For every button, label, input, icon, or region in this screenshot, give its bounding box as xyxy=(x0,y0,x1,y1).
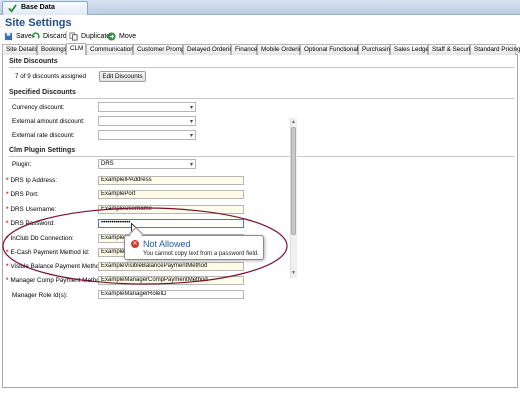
manager-comp-payment-method-input[interactable]: ExampleManagerCompPaymentMethod xyxy=(98,276,244,285)
required-marker: * xyxy=(6,249,9,256)
tab-bookings[interactable]: Bookings xyxy=(37,44,67,55)
tab-purchasing[interactable]: Purchasing xyxy=(358,44,394,55)
manager-role-ids-input[interactable]: ExampleManagerRoleID xyxy=(98,290,244,299)
required-marker: * xyxy=(6,191,9,198)
tab-customer-prompts[interactable]: Customer Prompts xyxy=(133,44,190,55)
manager-comp-payment-method-label: * Manager Comp Payment Method xyxy=(6,277,104,284)
required-marker: * xyxy=(6,235,9,242)
move-icon xyxy=(107,31,116,41)
toolbar-separator xyxy=(66,31,67,41)
edit-discounts-button[interactable]: Edit Discounts xyxy=(99,71,146,82)
plugin-label: Plugin: xyxy=(12,161,32,168)
drs-password-input[interactable]: •••••••••••••• xyxy=(98,219,244,228)
discard-label: Discard xyxy=(43,32,67,40)
move-label: Move xyxy=(119,32,137,40)
base-data-icon xyxy=(8,4,17,13)
save-button[interactable]: Save xyxy=(4,30,32,42)
drs-ip-address-input[interactable]: ExampleIPAddress xyxy=(98,176,244,185)
inclub-db-connection-label: * InClub Db Connection: xyxy=(6,235,74,242)
discard-icon xyxy=(31,31,40,39)
drs-port-label: * DRS Port: xyxy=(6,191,39,198)
save-icon xyxy=(4,32,13,40)
currency-discount-select[interactable]: ▾ xyxy=(98,102,196,112)
plugin-select[interactable]: DRS ▾ xyxy=(98,159,196,169)
plugin-selected-value: DRS xyxy=(101,161,114,167)
specified-discounts-heading: Specified Discounts xyxy=(9,89,76,96)
required-marker: * xyxy=(6,277,9,284)
duplicate-icon xyxy=(69,31,78,41)
drs-username-input[interactable]: ExampleUsername xyxy=(98,205,244,214)
section-divider xyxy=(9,156,514,157)
external-rate-discount-label: External rate discount: xyxy=(12,132,75,139)
page-title: Site Settings xyxy=(5,17,72,29)
tab-finance[interactable]: Finance xyxy=(231,44,257,55)
tooltip-title: Not Allowed xyxy=(143,239,191,249)
title-bar: Base Data xyxy=(0,0,520,15)
discard-button[interactable]: Discard xyxy=(31,30,67,42)
tooltip-message: You cannot copy text from a password fie… xyxy=(143,251,259,257)
site-discounts-heading: Site Discounts xyxy=(9,58,58,65)
scroll-up-arrow-icon[interactable]: ▲ xyxy=(291,119,296,125)
drs-username-label: * DRS Username: xyxy=(6,206,57,213)
tab-mobile-ordering[interactable]: Mobile Ordering xyxy=(257,44,306,55)
error-icon: ✕ xyxy=(131,240,139,248)
save-label: Save xyxy=(16,32,32,40)
tab-staff-security[interactable]: Staff & Security xyxy=(428,44,475,55)
drs-ip-address-label: * DRS Ip Address: xyxy=(6,177,58,184)
chevron-down-icon: ▾ xyxy=(189,133,193,139)
discounts-assigned-text: 7 of 9 discounts assigned xyxy=(15,73,87,80)
required-marker: * xyxy=(6,206,9,213)
section-divider xyxy=(9,67,514,68)
document-tab-label: Base Data xyxy=(21,4,55,11)
duplicate-label: Duplicate xyxy=(81,32,111,40)
manager-role-ids-label: Manager Role Id(s): xyxy=(12,292,68,299)
visible-balance-payment-method-input[interactable]: ExampleVisibleBalancePaymentMethod xyxy=(98,262,244,271)
required-marker: * xyxy=(6,177,9,184)
clm-plugin-settings-heading: Clm Plugin Settings xyxy=(9,147,76,154)
chevron-down-icon: ▾ xyxy=(189,162,193,168)
tab-standard-pricing[interactable]: Standard Pricing xyxy=(470,44,520,55)
tab-site-details[interactable]: Site Details xyxy=(2,44,38,55)
external-rate-discount-select[interactable]: ▾ xyxy=(98,130,196,140)
tab-sales-ledger[interactable]: Sales Ledger xyxy=(390,44,431,55)
scroll-down-arrow-icon[interactable]: ▼ xyxy=(291,270,296,276)
settings-tabs: Site Details Bookings CLM Communications… xyxy=(2,43,520,56)
chevron-down-icon: ▾ xyxy=(189,119,193,125)
external-amount-discount-select[interactable]: ▾ xyxy=(98,116,196,126)
clm-tab-panel xyxy=(2,55,518,388)
section-divider xyxy=(9,98,514,99)
ecash-payment-method-label: * E-Cash Payment Method Id: xyxy=(6,249,90,256)
drs-password-label: * DRS Password: xyxy=(6,220,55,227)
tab-communications[interactable]: Communications xyxy=(86,44,137,55)
currency-discount-label: Currency discount: xyxy=(12,104,65,111)
scrollbar-thumb[interactable] xyxy=(291,127,296,235)
not-allowed-tooltip: ✕ Not Allowed You cannot copy text from … xyxy=(124,226,264,260)
chevron-down-icon: ▾ xyxy=(189,105,193,111)
drs-port-input[interactable]: ExamplePort xyxy=(98,190,244,199)
duplicate-button[interactable]: Duplicate xyxy=(69,30,110,42)
visible-balance-payment-method-label: * Visible Balance Payment Method xyxy=(6,263,103,270)
tab-delayed-ordering[interactable]: Delayed Ordering xyxy=(183,44,236,55)
toolbar: Save Discard Duplicate Move xyxy=(0,30,520,42)
required-marker: * xyxy=(6,220,9,227)
move-button[interactable]: Move xyxy=(107,30,136,42)
document-tab-base-data[interactable]: Base Data xyxy=(2,1,88,15)
required-marker: * xyxy=(6,263,9,270)
external-amount-discount-label: External amount discount: xyxy=(12,118,85,125)
tab-optional-functionality[interactable]: Optional Functionality xyxy=(300,44,365,55)
